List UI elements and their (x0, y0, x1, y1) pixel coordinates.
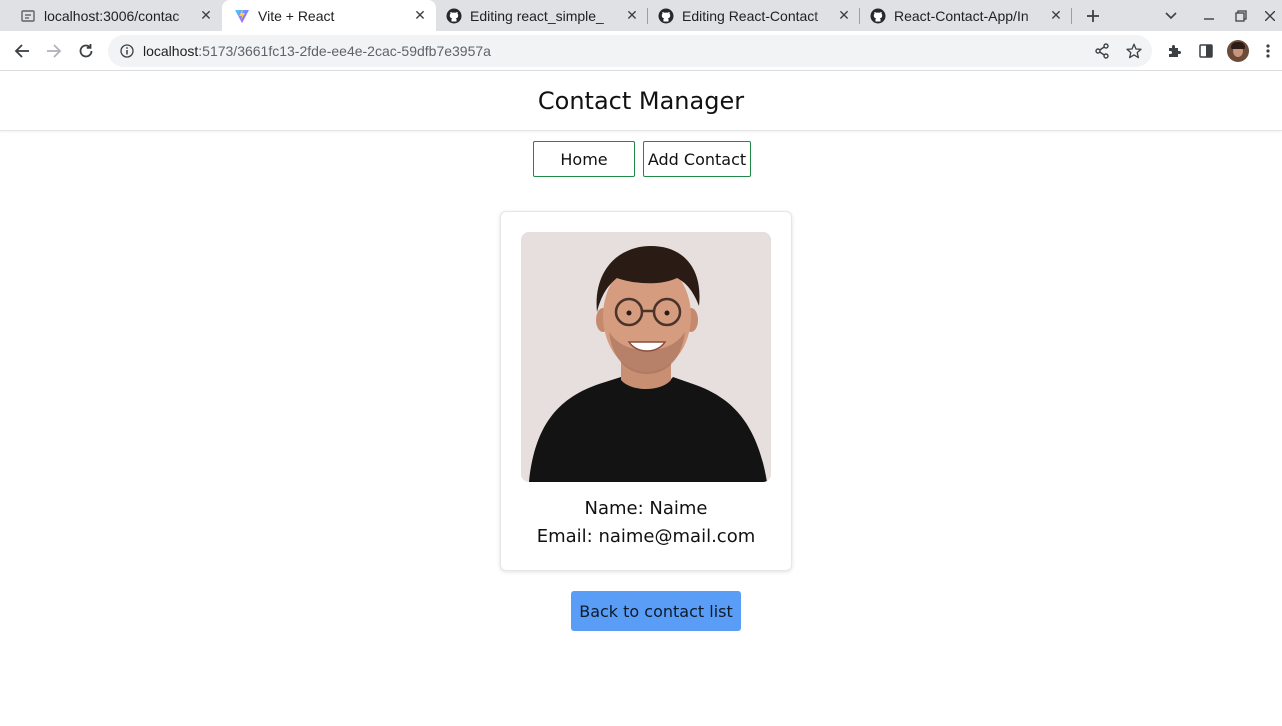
forward-arrow-icon[interactable] (42, 39, 66, 63)
bookmark-star-icon[interactable] (1126, 43, 1142, 59)
avatar-hair (1231, 42, 1245, 49)
tab-title: Vite + React (258, 7, 335, 24)
tab-editing-react-simple[interactable]: Editing react_simple_ ✕ (436, 0, 648, 31)
tab-title: localhost:3006/contac (44, 7, 180, 24)
github-icon (658, 8, 674, 24)
tab-title: Editing react_simple_ (470, 7, 604, 24)
page-icon (20, 8, 36, 24)
url-path: :5173/3661fc13-2fde-ee4e-2cac-59dfb7e395… (198, 43, 491, 59)
extensions-puzzle-icon[interactable] (1162, 39, 1186, 63)
address-bar[interactable]: localhost:5173/3661fc13-2fde-ee4e-2cac-5… (108, 35, 1152, 67)
close-icon[interactable]: ✕ (624, 7, 640, 24)
close-icon[interactable]: ✕ (412, 7, 428, 24)
url-text: localhost:5173/3661fc13-2fde-ee4e-2cac-5… (143, 43, 491, 59)
site-info-icon[interactable] (119, 43, 135, 59)
tab-editing-react-contact[interactable]: Editing React-Contact ✕ (648, 0, 860, 31)
browser-tab-bar: localhost:3006/contac ✕ Vite + React ✕ E… (0, 0, 1282, 31)
kebab-menu-icon[interactable] (1256, 39, 1280, 63)
close-icon[interactable]: ✕ (1048, 7, 1064, 24)
back-to-list-button[interactable]: Back to contact list (571, 591, 741, 631)
side-panel-icon[interactable] (1194, 39, 1218, 63)
close-icon[interactable]: ✕ (198, 7, 214, 24)
github-icon (870, 8, 886, 24)
add-contact-button[interactable]: Add Contact (643, 141, 751, 177)
tab-vite-react[interactable]: Vite + React ✕ (222, 0, 436, 31)
contact-name: Name: Naime (584, 498, 708, 519)
page-title: Contact Manager (537, 86, 745, 115)
home-button[interactable]: Home (533, 141, 635, 177)
contact-photo (521, 232, 771, 482)
browser-toolbar: localhost:5173/3661fc13-2fde-ee4e-2cac-5… (0, 31, 1282, 71)
tab-react-contact-app[interactable]: React-Contact-App/In ✕ (860, 0, 1072, 31)
close-icon[interactable]: ✕ (836, 7, 852, 24)
tab-title: React-Contact-App/In (894, 7, 1029, 24)
back-arrow-icon[interactable] (10, 39, 34, 63)
url-host: localhost (143, 43, 199, 59)
contact-card: Name: Naime Email: naime@mail.com (500, 211, 792, 571)
app-header: Contact Manager (0, 71, 1282, 131)
minimize-icon[interactable] (1198, 5, 1220, 27)
restore-icon[interactable] (1230, 5, 1252, 27)
page-viewport: Contact Manager Home Add Contact Name: N… (0, 71, 1282, 726)
close-window-icon[interactable] (1259, 5, 1281, 27)
reload-icon[interactable] (74, 39, 98, 63)
new-tab-icon[interactable] (1082, 5, 1104, 27)
profile-avatar[interactable] (1227, 40, 1249, 62)
tab-search-chevron-icon[interactable] (1160, 5, 1182, 27)
contact-email: Email: naime@mail.com (536, 526, 756, 547)
app-nav: Home Add Contact (0, 141, 1282, 177)
tab-title: Editing React-Contact (682, 7, 819, 24)
tab-divider (1071, 8, 1072, 24)
share-icon[interactable] (1094, 43, 1110, 59)
tab-localhost-3006[interactable]: localhost:3006/contac ✕ (0, 0, 222, 31)
vite-icon (234, 8, 250, 24)
github-icon (446, 8, 462, 24)
